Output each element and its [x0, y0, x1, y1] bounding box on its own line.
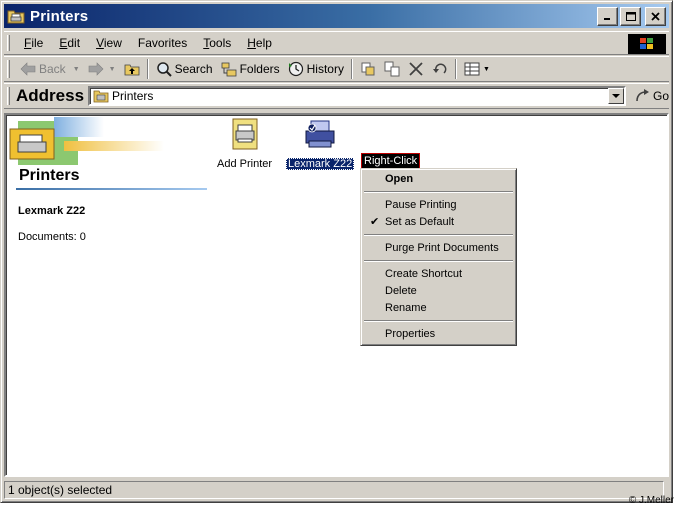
- add-printer-icon: [229, 117, 261, 154]
- back-button[interactable]: Back ▼: [16, 58, 84, 80]
- address-label: Address: [16, 86, 85, 105]
- panel-title: Printers: [19, 167, 80, 184]
- toolbar-separator: [146, 59, 149, 79]
- ctx-delete[interactable]: Delete: [363, 283, 514, 300]
- printers-banner-icon: [8, 117, 168, 169]
- status-text: 1 object(s) selected: [8, 483, 113, 497]
- ctx-rename[interactable]: Rename: [363, 300, 514, 317]
- delete-x-icon: [408, 61, 424, 77]
- window-title: Printers: [30, 7, 89, 25]
- go-arrow-icon: [634, 88, 650, 104]
- folder-view[interactable]: Printers Lexmark Z22 Documents: 0 Add Pr…: [4, 113, 669, 477]
- history-icon: [288, 61, 304, 77]
- selected-printer-name: Lexmark Z22: [18, 205, 86, 217]
- ctx-create-shortcut[interactable]: Create Shortcut: [363, 266, 514, 283]
- history-button[interactable]: History: [284, 58, 348, 80]
- forward-arrow-icon: [88, 61, 104, 77]
- printer-folder-icon: [7, 8, 25, 24]
- status-pane: 1 object(s) selected: [4, 481, 664, 499]
- address-dropdown-button[interactable]: [607, 88, 624, 104]
- menu-edit[interactable]: Edit: [51, 34, 88, 52]
- lexmark-z22-label: Lexmark Z22: [286, 158, 355, 170]
- menu-help[interactable]: Help: [239, 34, 280, 52]
- address-bar: Address Printers Go: [4, 83, 669, 109]
- delete-button[interactable]: [404, 58, 428, 80]
- search-button[interactable]: Search: [152, 58, 217, 80]
- printer-folder-small-icon: [93, 88, 109, 104]
- undo-button[interactable]: [428, 58, 452, 80]
- minimize-icon: [604, 17, 610, 20]
- folders-button[interactable]: Folders: [217, 58, 284, 80]
- move-to-icon: [360, 61, 376, 77]
- context-menu: Open Pause Printing ✔ Set as Default Pur…: [360, 168, 517, 346]
- toolbar-separator: [350, 59, 353, 79]
- windows-logo-icon: [628, 34, 666, 54]
- views-button[interactable]: ▼: [460, 58, 494, 80]
- ctx-open[interactable]: Open: [363, 171, 514, 188]
- right-click-callout: Right-Click: [361, 153, 421, 169]
- views-dropdown-icon: ▼: [482, 65, 490, 73]
- up-folder-button[interactable]: [120, 58, 144, 80]
- ctx-separator: [364, 260, 513, 262]
- standard-toolbar: Back ▼ ▼ Search Folders History ▼: [4, 56, 669, 82]
- ctx-pause-printing[interactable]: Pause Printing: [363, 197, 514, 214]
- views-grid-icon: [464, 61, 480, 77]
- forward-button[interactable]: ▼: [84, 58, 120, 80]
- title-bar[interactable]: Printers: [4, 4, 669, 28]
- move-to-button[interactable]: [356, 58, 380, 80]
- menu-view[interactable]: View: [88, 34, 130, 52]
- ctx-purge-documents[interactable]: Purge Print Documents: [363, 240, 514, 257]
- close-button[interactable]: [645, 6, 666, 26]
- selected-printer-documents: Documents: 0: [18, 231, 86, 243]
- ctx-separator: [364, 191, 513, 193]
- credit-text: © J.Meller: [628, 495, 674, 506]
- add-printer-label: Add Printer: [217, 158, 273, 170]
- status-bar: 1 object(s) selected: [4, 480, 669, 500]
- lexmark-printer-icon: [303, 117, 337, 154]
- toolbar-grip[interactable]: [7, 60, 10, 78]
- search-icon: [156, 61, 172, 77]
- address-bar-grip[interactable]: [7, 87, 10, 105]
- up-folder-icon: [124, 61, 140, 77]
- close-icon: [651, 11, 660, 21]
- menu-file[interactable]: File: [16, 34, 51, 52]
- copy-to-button[interactable]: [380, 58, 404, 80]
- menu-bar-grip[interactable]: [7, 35, 10, 51]
- minimize-button[interactable]: [597, 6, 618, 26]
- go-button[interactable]: Go: [634, 88, 669, 104]
- maximize-icon: [625, 11, 636, 21]
- back-arrow-icon: [20, 61, 36, 77]
- back-dropdown-icon[interactable]: ▼: [73, 66, 80, 73]
- folders-icon: [221, 61, 237, 77]
- toolbar-separator: [454, 59, 457, 79]
- add-printer-item[interactable]: Add Printer: [215, 117, 274, 170]
- copy-to-icon: [384, 61, 400, 77]
- ctx-separator: [364, 320, 513, 322]
- panel-divider: [16, 188, 207, 190]
- menu-favorites[interactable]: Favorites: [130, 34, 195, 52]
- dropdown-arrow-icon: [611, 93, 620, 98]
- menu-bar: File Edit View Favorites Tools Help: [4, 31, 669, 55]
- maximize-button[interactable]: [620, 6, 641, 26]
- ctx-separator: [364, 234, 513, 236]
- address-value: Printers: [112, 89, 154, 103]
- menu-tools[interactable]: Tools: [195, 34, 239, 52]
- address-input[interactable]: Printers: [88, 86, 626, 106]
- ctx-set-as-default[interactable]: ✔ Set as Default: [363, 214, 514, 231]
- webview-info-panel: Printers Lexmark Z22 Documents: 0: [6, 115, 216, 475]
- checkmark-icon: ✔: [370, 216, 380, 228]
- forward-dropdown-icon[interactable]: ▼: [109, 66, 116, 73]
- ctx-properties[interactable]: Properties: [363, 326, 514, 343]
- explorer-window: Printers File Edit View Favorites Tools …: [0, 0, 673, 503]
- undo-icon: [432, 61, 448, 77]
- lexmark-z22-item[interactable]: Lexmark Z22: [286, 117, 355, 170]
